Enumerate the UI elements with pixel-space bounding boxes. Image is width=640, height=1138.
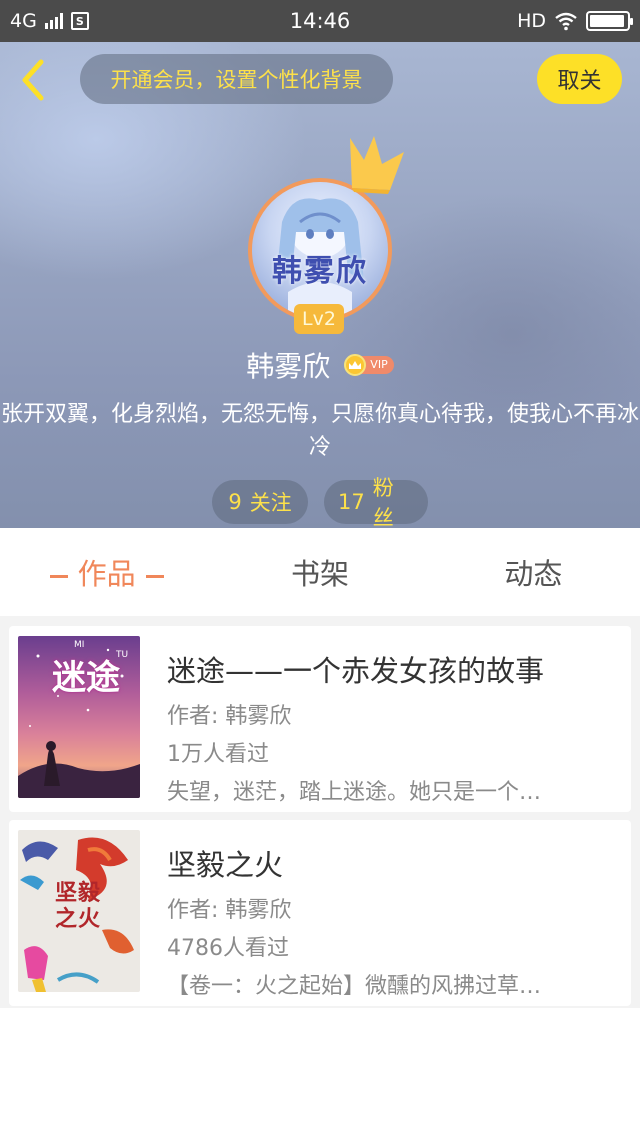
tab-indicator-right (145, 574, 164, 578)
open-vip-background-button[interactable]: 开通会员，设置个性化背景 (80, 54, 393, 104)
book-views: 1万人看过 (167, 742, 269, 767)
user-bio: 张开双翼，化身烈焰，无怨无悔，只愿你真心待我，使我心不再冰冷 (0, 402, 639, 460)
book-description: 失望，迷茫，踏上迷途。她只是一个… (167, 780, 542, 805)
cover-subtitle-left: MI (74, 640, 85, 650)
tab-works[interactable]: 作品 (0, 551, 213, 593)
book-description: 【卷一：火之起始】微醺的风拂过草… (167, 974, 542, 999)
status-bar: 4G S 14:46 HD (0, 0, 640, 42)
tab-bookshelf-label: 书架 (290, 557, 349, 591)
fans-button[interactable]: 17 粉丝 (324, 476, 428, 528)
hd-indicator: HD (517, 10, 546, 32)
book-author: 作者: 韩雾欣 (167, 898, 292, 923)
tab-indicator-left (49, 574, 68, 578)
status-bar-right: HD (517, 10, 633, 32)
profile-header: 开通会员，设置个性化背景 取关 韩雾欣 Lv2 韩雾欣 VIP 张开双翼，化身烈… (0, 42, 640, 528)
chevron-left-icon (22, 59, 44, 101)
cover-title: 迷途 (52, 658, 120, 698)
vip-badge: VIP (344, 354, 394, 376)
book-item[interactable]: 坚毅之火 坚毅之火 作者: 韩雾欣 4786人看过 【卷一：火之起始】微醺的风拂… (9, 820, 631, 1006)
avatar-caption: 韩雾欣 (272, 254, 368, 289)
book-title: 迷途——一个赤发女孩的故事 (167, 654, 545, 688)
tab-bookshelf[interactable]: 书架 (213, 551, 426, 593)
profile-tabs: 作品 书架 动态 (0, 528, 640, 616)
following-label: 关注 (249, 491, 292, 515)
following-button[interactable]: 9 关注 (212, 480, 308, 524)
works-list: MI TU 迷途 迷途——一个赤发女孩的故事 作者: 韩雾欣 1万人看过 失望，… (0, 616, 640, 1008)
follow-stats: 9 关注 17 粉丝 (0, 476, 640, 528)
book-item[interactable]: MI TU 迷途 迷途——一个赤发女孩的故事 作者: 韩雾欣 1万人看过 失望，… (9, 626, 631, 812)
book-title: 坚毅之火 (167, 848, 284, 882)
following-count: 9 (228, 490, 242, 514)
status-bar-left: 4G S (10, 10, 89, 32)
cover-title: 坚毅之火 (54, 880, 101, 932)
battery-icon (586, 11, 633, 31)
unfollow-button[interactable]: 取关 (537, 54, 622, 104)
empty-area (0, 1008, 640, 1138)
tab-works-label: 作品 (77, 557, 136, 591)
book-cover: MI TU 迷途 (18, 636, 140, 798)
tab-activity[interactable]: 动态 (427, 551, 640, 593)
signal-icon (44, 13, 63, 29)
book-views: 4786人看过 (167, 936, 289, 961)
book-cover: 坚毅之火 (18, 830, 140, 992)
network-type: 4G (10, 10, 37, 32)
wifi-icon (555, 12, 577, 31)
back-button[interactable] (12, 56, 56, 104)
fans-label: 粉丝 (372, 476, 394, 528)
sim-icon: S (70, 12, 89, 30)
username: 韩雾欣 (246, 350, 331, 383)
book-author: 作者: 韩雾欣 (167, 704, 292, 729)
username-row: 韩雾欣 VIP (0, 342, 640, 388)
tab-activity-label: 动态 (504, 557, 563, 591)
crown-icon (350, 136, 404, 194)
fans-count: 17 (338, 490, 365, 514)
level-badge: Lv2 (294, 304, 344, 334)
